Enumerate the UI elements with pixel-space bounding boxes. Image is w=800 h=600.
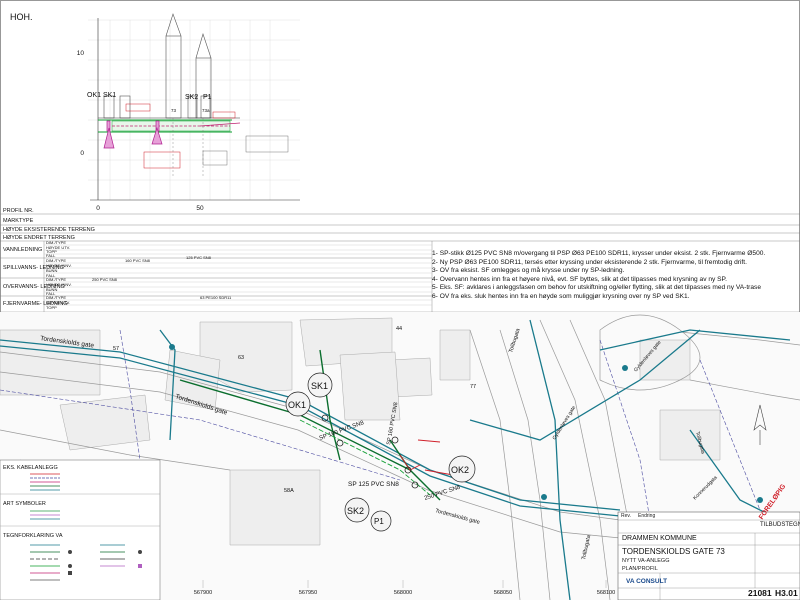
fjern-topp: TOPP (46, 305, 57, 310)
legend-panel: EKS. KABELANLEGG ART SYMBOLER TEGNFORKLA… (0, 459, 161, 600)
project-number: 21081 (748, 588, 772, 598)
project-name: TORDENSKIOLDS GATE 73 (622, 547, 725, 556)
profile-annotations (125, 103, 236, 169)
rev-header-endring: Endring (638, 513, 656, 519)
drawing-type: PLAN/PROFIL (622, 566, 658, 572)
row-hoyde-eksisterende: HØYDE EKSISTERENDE TERRENG (3, 227, 95, 233)
notes-panel: 1- SP-stikk Ø125 PVC SN8 m/overgang til … (432, 250, 800, 312)
note-2: 2- Ny PSP Ø63 PE100 SDR11, tersés etter … (432, 258, 747, 266)
rev-header-rev: Rev. (621, 513, 631, 519)
note-1: 1- SP-stikk Ø125 PVC SN8 m/overgang til … (432, 250, 766, 257)
plot-57: 57 (113, 346, 119, 352)
x-tick-50: 50 (196, 205, 204, 212)
legend-tegnforklaring: TEGNFORKLARING VA (3, 533, 63, 539)
profile-label-sk1: SK1 (103, 92, 116, 99)
note-4: 4- Overvann hentes inn fra et høyere niv… (432, 275, 727, 283)
table-pipe-over: 250 PVC SN8 (92, 277, 118, 282)
map-label-ok2: OK2 (451, 465, 469, 475)
profile-label-73a: 73a (202, 108, 210, 113)
drawing-number: H3.01 (775, 588, 798, 598)
profile-title: HOH. (10, 12, 33, 22)
coord-567950: 567950 (299, 590, 317, 596)
coord-568000: 568000 (394, 590, 412, 596)
note-6: 6- OV fra eks. sluk hentes inn fra en hø… (432, 292, 690, 300)
note-3: 3- OV fra eksist. SF omlegges og må krys… (432, 267, 625, 275)
plot-58a: 58A (284, 488, 294, 494)
map-label-p1: P1 (374, 517, 384, 526)
plot-63: 63 (238, 355, 244, 361)
coord-567900: 567900 (194, 590, 212, 596)
note-5: 5- Eks. SF: avklares i anleggsfasen om b… (432, 284, 761, 292)
profile-section: 10 0 0 50 OK1 SK1 SK2 P1 73 73a (77, 13, 300, 212)
profile-label-sk2: SK2 (185, 94, 198, 101)
row-vannledning: VANNLEDNING (3, 247, 42, 253)
legend-kabelanlegg: EKS. KABELANLEGG (3, 465, 58, 471)
table-pipe-spill-2: 125 PVC SN8 (186, 255, 212, 260)
doc-type: TILBUDSTEGNING (760, 522, 800, 528)
map-pipe-2: SP 125 PVC SN8 (348, 481, 399, 488)
profile-label-ok1: OK1 (87, 92, 101, 99)
row-marktype: MARKTYPE (3, 218, 34, 224)
table-pipe-fjern: 63 PE100 SDR11 (200, 295, 232, 300)
table-pipe-spill-1: 160 PVC SN8 (125, 258, 151, 263)
plot-77: 77 (470, 384, 476, 390)
company-logo: VA CONSULT (626, 578, 668, 585)
row-profil-nr: PROFIL NR. (3, 208, 34, 214)
y-tick-10: 10 (77, 50, 85, 57)
map-label-sk2: SK2 (347, 506, 364, 516)
client-name: DRAMMEN KOMMUNE (622, 535, 697, 542)
map-label-sk1: SK1 (311, 381, 328, 391)
coord-568050: 568050 (494, 590, 512, 596)
x-tick-0: 0 (96, 205, 100, 212)
coord-568100: 568100 (597, 590, 615, 596)
plot-44: 44 (396, 326, 402, 332)
profile-stakes (103, 13, 212, 119)
legend-symboler: ART SYMBOLER (3, 501, 46, 507)
title-block: Rev. Endring FORELØPIG TILBUDSTEGNING DR… (618, 483, 800, 600)
profile-label-73: 73 (171, 108, 177, 113)
map-label-ok1: OK1 (288, 400, 306, 410)
project-subtitle: NYTT VA-ANLEGG (622, 558, 670, 564)
y-tick-0: 0 (80, 150, 84, 157)
profile-label-p1: P1 (203, 94, 212, 101)
